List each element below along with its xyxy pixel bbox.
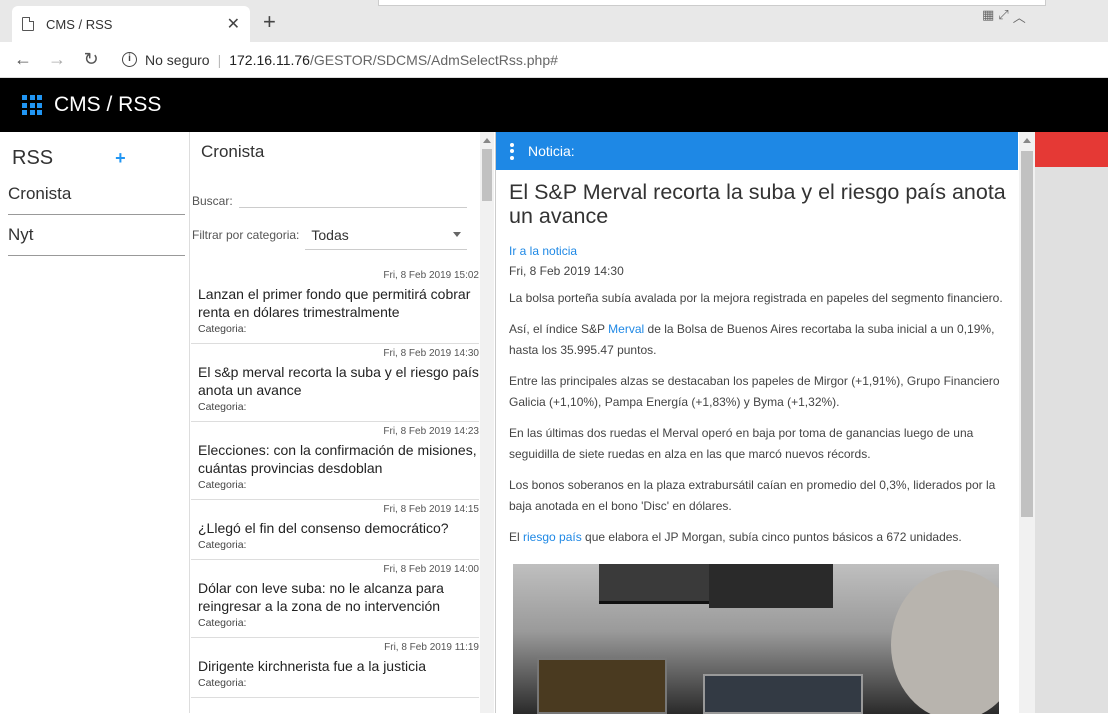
news-headline[interactable]: Lanzan el primer fondo que permitirá cob… <box>198 285 479 321</box>
grid-extension-icon[interactable]: ▦ <box>982 7 994 26</box>
article-paragraph: Entre las principales alzas se destacaba… <box>509 374 1000 409</box>
news-item[interactable]: Fri, 8 Feb 2019 14:00 Dólar con leve sub… <box>191 560 479 638</box>
article-body: El S&P Merval recorta la suba y el riesg… <box>509 180 1009 714</box>
article-paragraph: En las últimas dos ruedas el Merval oper… <box>509 426 974 461</box>
search-input[interactable] <box>238 188 467 208</box>
search-label: Buscar: <box>192 194 233 208</box>
news-category: Categoria: <box>198 479 247 491</box>
article-header: Noticia: <box>496 132 1018 170</box>
news-list-panel: Cronista Buscar: Filtrar por categoria: … <box>191 132 494 713</box>
right-background <box>1034 132 1108 713</box>
filter-label: Filtrar por categoria: <box>192 228 300 242</box>
news-item[interactable]: Fri, 8 Feb 2019 14:30 El s&p merval reco… <box>191 344 479 422</box>
scroll-up-icon[interactable] <box>1023 138 1031 143</box>
scrollbar-thumb[interactable] <box>1021 151 1033 517</box>
resize-icon[interactable]: ⤢ <box>998 7 1008 26</box>
app-header: CMS / RSS <box>0 78 1108 132</box>
apps-grid-icon[interactable] <box>22 95 42 115</box>
chevron-down-icon <box>453 232 462 237</box>
news-headline[interactable]: Elecciones: con la confirmación de misio… <box>198 441 479 477</box>
scrollbar-thumb[interactable] <box>482 149 492 201</box>
collapse-icon[interactable]: ︿ <box>1013 7 1026 26</box>
article-title: El S&P Merval recorta la suba y el riesg… <box>509 180 1006 228</box>
news-item[interactable]: Fri, 8 Feb 2019 15:02 Lanzan el primer f… <box>191 266 479 344</box>
news-list-scrollbar[interactable] <box>480 132 494 713</box>
article-date: Fri, 8 Feb 2019 14:30 <box>509 264 624 278</box>
extension-strip <box>378 0 1046 6</box>
news-date: Fri, 8 Feb 2019 11:19 <box>384 642 479 653</box>
feed-item-cronista[interactable]: Cronista <box>8 174 185 215</box>
go-to-article-link[interactable]: Ir a la noticia <box>509 244 1009 258</box>
feed-title: Cronista <box>201 142 265 161</box>
url-path[interactable]: /GESTOR/SDCMS/AdmSelectRss.php# <box>310 52 558 68</box>
address-bar: ← → ↻ i No seguro | 172.16.11.76/GESTOR/… <box>0 42 1108 78</box>
feed-item-nyt[interactable]: Nyt <box>8 215 185 256</box>
news-headline[interactable]: Dirigente kirchnerista fue a la justicia <box>198 657 479 675</box>
news-item[interactable]: Fri, 8 Feb 2019 14:15 ¿Llegó el fin del … <box>191 500 479 560</box>
riesgo-pais-link[interactable]: riesgo país <box>523 530 582 544</box>
news-date: Fri, 8 Feb 2019 14:30 <box>383 348 479 359</box>
news-item[interactable]: Fri, 8 Feb 2019 14:23 Elecciones: con la… <box>191 422 479 500</box>
news-category: Categoria: <box>198 401 247 413</box>
news-category: Categoria: <box>198 617 247 629</box>
document-icon <box>22 17 34 31</box>
browser-tabstrip: CMS / RSS ✕ + ▦ ⤢ ︿ <box>0 0 1108 42</box>
news-date: Fri, 8 Feb 2019 14:15 <box>383 504 479 515</box>
red-accent-bar <box>1034 132 1108 167</box>
close-tab-icon[interactable]: ✕ <box>227 14 240 34</box>
info-icon[interactable]: i <box>122 52 137 67</box>
news-date: Fri, 8 Feb 2019 14:00 <box>383 564 479 575</box>
article-paragraph: La bolsa porteña subía avalada por la me… <box>509 291 1003 305</box>
more-vert-icon[interactable] <box>510 142 514 160</box>
category-select-value: Todas <box>311 226 349 243</box>
merval-link[interactable]: Merval <box>608 322 644 336</box>
app-title: CMS / RSS <box>54 93 162 116</box>
news-date: Fri, 8 Feb 2019 14:23 <box>383 426 479 437</box>
news-headline[interactable]: ¿Llegó el fin del consenso democrático? <box>198 519 479 537</box>
article-paragraph: Así, el índice S&P Merval de la Bolsa de… <box>509 322 995 357</box>
news-category: Categoria: <box>198 677 247 689</box>
security-label[interactable]: No seguro <box>145 52 210 68</box>
window-controls: ▦ ⤢ ︿ <box>982 7 1026 26</box>
news-date: Fri, 8 Feb 2019 15:02 <box>383 270 479 281</box>
article-panel: Noticia: El S&P Merval recorta la suba y… <box>495 132 1035 714</box>
news-list: Fri, 8 Feb 2019 15:02 Lanzan el primer f… <box>191 266 479 698</box>
category-select[interactable]: Todas <box>305 220 468 250</box>
article-header-label: Noticia: <box>528 143 575 159</box>
divider: | <box>217 51 222 68</box>
new-tab-button[interactable]: + <box>263 11 276 33</box>
add-feed-button[interactable]: + <box>115 148 126 169</box>
news-category: Categoria: <box>198 323 247 335</box>
rss-sidebar: RSS + Cronista Nyt <box>4 132 190 713</box>
tab-title: CMS / RSS <box>46 16 113 32</box>
rss-title: RSS <box>12 146 54 169</box>
browser-tab[interactable]: CMS / RSS ✕ <box>12 6 250 42</box>
article-paragraph: El riesgo país que elabora el JP Morgan,… <box>509 530 962 544</box>
article-paragraph: Los bonos soberanos en la plaza extrabur… <box>509 478 996 513</box>
forward-button[interactable]: → <box>46 49 68 70</box>
news-headline[interactable]: Dólar con leve suba: no le alcanza para … <box>198 579 479 615</box>
article-photo <box>513 564 999 714</box>
back-button[interactable]: ← <box>12 49 34 70</box>
article-scrollbar[interactable] <box>1019 132 1035 713</box>
scroll-up-icon[interactable] <box>483 138 491 143</box>
news-category: Categoria: <box>198 539 247 551</box>
news-headline[interactable]: El s&p merval recorta la suba y el riesg… <box>198 363 479 399</box>
url-host[interactable]: 172.16.11.76 <box>229 52 310 68</box>
news-item[interactable]: Fri, 8 Feb 2019 11:19 Dirigente kirchner… <box>191 638 479 698</box>
reload-button[interactable]: ↻ <box>80 49 102 70</box>
